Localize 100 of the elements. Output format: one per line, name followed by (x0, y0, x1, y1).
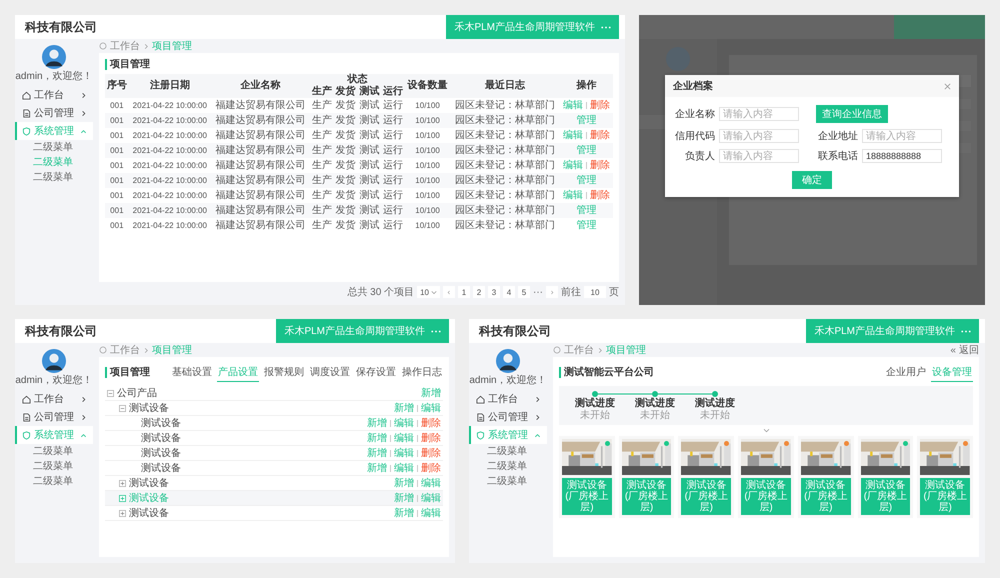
submenu-item[interactable]: 二级菜单 (469, 459, 527, 474)
device-button[interactable]: 测试设备(厂房楼上层) (860, 478, 910, 515)
menu-item[interactable]: 系统管理 (15, 426, 93, 444)
previous-page-button[interactable] (443, 286, 455, 298)
action-link[interactable]: 编辑 (421, 506, 441, 520)
tree-row[interactable]: 测试设备 新增 编辑 删除 (105, 461, 443, 476)
action-link[interactable]: 编辑 (563, 190, 584, 201)
page-button[interactable]: 4 (503, 286, 515, 298)
page-button[interactable]: 5 (518, 286, 530, 298)
submenu-item[interactable]: 二级菜单 (15, 155, 73, 170)
menu-item[interactable]: 工作台 (15, 390, 93, 408)
tab[interactable]: 产品设置 (217, 363, 259, 382)
action-link[interactable]: 编辑 (563, 100, 584, 111)
tree-row[interactable]: 公司产品 新增 (105, 386, 443, 401)
action-link[interactable]: 删除 (421, 416, 441, 430)
action-link[interactable]: 删除 (590, 190, 610, 201)
action-link[interactable]: 编辑 (394, 446, 414, 460)
action-link[interactable]: 新增 (367, 461, 387, 475)
device-button[interactable]: 测试设备(厂房楼上层) (920, 478, 970, 515)
action-link[interactable]: 新增 (394, 401, 414, 415)
tab[interactable]: 保存设置 (355, 363, 397, 382)
action-link[interactable]: 新增 (394, 476, 414, 490)
action-link[interactable]: 新增 (367, 416, 387, 430)
action-link[interactable]: 新增 (394, 491, 414, 505)
submenu-item[interactable]: 二级菜单 (15, 140, 73, 155)
breadcrumb-link[interactable]: 工作台 (110, 343, 140, 357)
device-button[interactable]: 测试设备(厂房楼上层) (800, 478, 851, 515)
submenu-item[interactable]: 二级菜单 (469, 474, 527, 489)
tab[interactable]: 基础设置 (171, 363, 213, 382)
toggle-icon[interactable] (119, 404, 126, 412)
toggle-icon[interactable] (119, 510, 126, 516)
tree-row[interactable]: 测试设备 新增 编辑 (105, 506, 443, 521)
tree-row[interactable]: 测试设备 新增 编辑 (105, 401, 443, 416)
action-link[interactable]: 编辑 (563, 130, 584, 141)
action-link[interactable]: 管理 (576, 220, 597, 231)
action-link[interactable]: 删除 (590, 130, 610, 141)
breadcrumb-link[interactable]: 项目管理 (606, 343, 646, 357)
input-field[interactable]: 请输入内容 (719, 149, 799, 163)
product-menu-button[interactable]: 禾木PLM产品生命周期管理软件 (276, 319, 449, 343)
toggle-icon[interactable] (119, 480, 126, 486)
action-link[interactable]: 编辑 (394, 431, 414, 445)
breadcrumb-link[interactable]: 项目管理 (152, 343, 192, 357)
menu-item[interactable]: 公司管理 (15, 408, 93, 426)
action-link[interactable]: 删除 (421, 431, 441, 445)
submenu-item[interactable]: 二级菜单 (15, 474, 73, 489)
action-link[interactable]: 编辑 (421, 401, 441, 415)
tab[interactable]: 报警规则 (263, 363, 305, 382)
breadcrumb-link[interactable]: 工作台 (564, 343, 594, 357)
action-link[interactable]: 编辑 (563, 160, 584, 171)
tree-row[interactable]: 测试设备 新增 编辑 删除 (105, 446, 443, 461)
action-link[interactable]: 编辑 (394, 416, 414, 430)
confirm-button[interactable]: 确定 (792, 171, 832, 189)
query-button[interactable]: 查询企业信息 (816, 105, 888, 123)
menu-item[interactable]: 工作台 (469, 390, 547, 408)
device-button[interactable]: 测试设备(厂房楼上层) (562, 478, 612, 515)
submenu-item[interactable]: 二级菜单 (15, 444, 73, 459)
action-link[interactable]: 新增 (394, 506, 414, 520)
toggle-icon[interactable] (107, 390, 114, 396)
action-link[interactable]: 新增 (367, 446, 387, 460)
product-menu-button[interactable]: 禾木PLM产品生命周期管理软件 (806, 319, 979, 343)
input-field[interactable]: 请输入内容 (719, 107, 799, 121)
tab[interactable]: 企业用户 (885, 363, 927, 382)
tree-row[interactable]: 测试设备 新增 编辑 删除 (105, 416, 443, 431)
submenu-item[interactable]: 二级菜单 (15, 459, 73, 474)
menu-item[interactable]: 工作台 (15, 86, 93, 104)
device-button[interactable]: 测试设备(厂房楼上层) (741, 478, 791, 515)
action-link[interactable]: 编辑 (394, 461, 414, 475)
input-field[interactable]: 请输入内容 (862, 129, 942, 143)
page-button[interactable]: 1 (458, 286, 470, 298)
action-link[interactable]: 删除 (590, 100, 610, 111)
page-button[interactable]: 3 (488, 286, 500, 298)
action-link[interactable]: 新增 (421, 386, 441, 400)
device-button[interactable]: 测试设备(厂房楼上层) (681, 478, 732, 515)
action-link[interactable]: 删除 (590, 160, 610, 171)
back-link[interactable]: 返回 (959, 343, 979, 357)
page-input[interactable]: 10 (584, 286, 606, 298)
product-menu-button[interactable]: 禾木PLM产品生命周期管理软件 (446, 15, 619, 39)
action-link[interactable]: 编辑 (421, 476, 441, 490)
action-link[interactable]: 删除 (421, 461, 441, 475)
tree-row[interactable]: 测试设备 新增 编辑 (105, 491, 443, 506)
input-field[interactable]: 请输入内容 (719, 129, 799, 143)
tab[interactable]: 调度设置 (309, 363, 351, 382)
toggle-icon[interactable] (119, 494, 126, 502)
tab[interactable]: 设备管理 (931, 363, 973, 382)
menu-item[interactable]: 公司管理 (469, 408, 547, 426)
action-link[interactable]: 删除 (421, 446, 441, 460)
breadcrumb-link[interactable]: 项目管理 (152, 39, 192, 53)
breadcrumb-link[interactable]: 工作台 (110, 39, 140, 53)
menu-item[interactable]: 公司管理 (15, 104, 93, 122)
input-field[interactable]: 18888888888 (862, 149, 942, 163)
action-link[interactable]: 新增 (367, 431, 387, 445)
submenu-item[interactable]: 二级菜单 (469, 444, 527, 459)
menu-item[interactable]: 系统管理 (469, 426, 547, 444)
device-button[interactable]: 测试设备(厂房楼上层) (622, 478, 672, 515)
tab[interactable]: 操作日志 (401, 363, 443, 382)
close-icon[interactable] (944, 82, 951, 90)
next-page-button[interactable] (546, 286, 558, 298)
page-button[interactable]: 2 (473, 286, 485, 298)
submenu-item[interactable]: 二级菜单 (15, 170, 73, 185)
action-link[interactable]: 编辑 (421, 491, 441, 505)
